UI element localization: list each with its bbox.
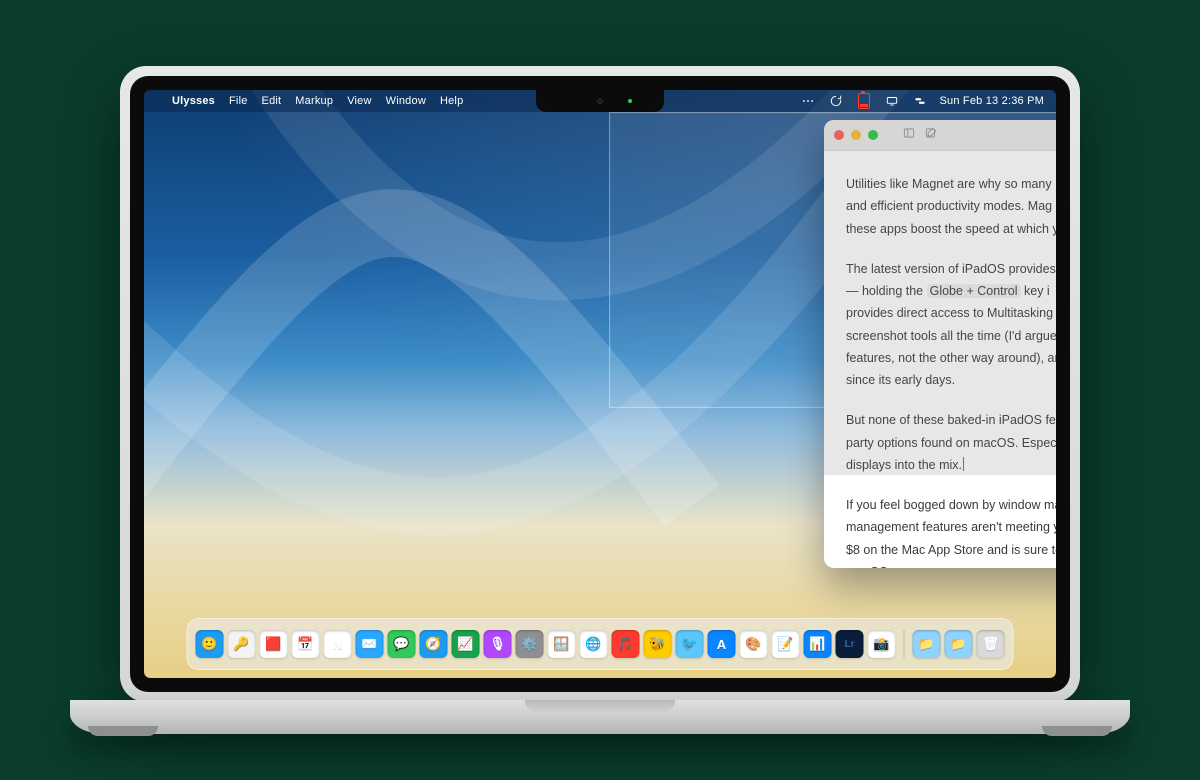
menu-extra-display-icon[interactable] xyxy=(884,93,900,109)
menu-extra-control-center-icon[interactable] xyxy=(912,93,928,109)
para4-line4: macOS. xyxy=(846,565,891,568)
para2-line1: The latest version of iPadOS provides xyxy=(846,262,1056,276)
para2-code: Globe + Control xyxy=(927,284,1021,298)
laptop-foot-left xyxy=(88,726,158,736)
compose-icon[interactable] xyxy=(924,126,938,145)
para2-line5: features, not the other way around), ar xyxy=(846,351,1056,365)
laptop-foot-right xyxy=(1042,726,1112,736)
document-editor[interactable]: Utilities like Magnet are why so many an… xyxy=(824,151,1056,568)
dock[interactable]: 🙂🔑🟥📅N✉️💬🧭📈🎙⚙️🪟🌐🎵🐝🐦A🎨📝📊Lr📸📁📁🗑 xyxy=(187,618,1014,670)
dock-app-finder[interactable]: 🙂 xyxy=(196,630,224,658)
camera-led-icon xyxy=(628,99,632,103)
para4-line3: $8 on the Mac App Store and is sure to xyxy=(846,543,1056,557)
display-notch xyxy=(536,90,664,112)
dock-app-lightroom[interactable]: Lr xyxy=(836,630,864,658)
menu-help[interactable]: Help xyxy=(440,95,463,107)
para2-line2b: key i xyxy=(1021,284,1050,298)
dock-app-appstore[interactable]: A xyxy=(708,630,736,658)
menu-extra-battery-icon[interactable] xyxy=(856,93,872,109)
dock-app-downloads[interactable]: 📁 xyxy=(913,630,941,658)
laptop-bezel: Ulysses File Edit Markup View Window Hel… xyxy=(130,76,1070,692)
dock-app-notion[interactable]: N xyxy=(324,630,352,658)
dock-app-1password[interactable]: 🔑 xyxy=(228,630,256,658)
dock-app-plex[interactable]: 🐝 xyxy=(644,630,672,658)
window-titlebar[interactable] xyxy=(824,120,1056,151)
window-zoom-button[interactable] xyxy=(868,130,878,140)
dock-app-podcasts[interactable]: 🎙 xyxy=(484,630,512,658)
window-close-button[interactable] xyxy=(834,130,844,140)
dock-app-cleanshot[interactable]: 📸 xyxy=(868,630,896,658)
dock-app-messages[interactable]: 💬 xyxy=(388,630,416,658)
para4-line1: If you feel bogged down by window ma xyxy=(846,498,1056,512)
laptop-screen: Ulysses File Edit Markup View Window Hel… xyxy=(144,90,1056,678)
window-minimize-button[interactable] xyxy=(851,130,861,140)
para2-line2a: — holding the xyxy=(846,284,927,298)
menubar-clock[interactable]: Sun Feb 13 2:36 PM xyxy=(940,95,1045,107)
para2-line3: provides direct access to Multitasking xyxy=(846,306,1053,320)
dock-separator xyxy=(904,630,905,658)
dock-app-safari[interactable]: 🧭 xyxy=(420,630,448,658)
dock-app-things[interactable]: 🟥 xyxy=(260,630,288,658)
menu-window[interactable]: Window xyxy=(386,95,426,107)
para4-line2: management features aren't meeting y xyxy=(846,520,1056,534)
laptop-deck xyxy=(70,700,1130,734)
ulysses-window[interactable]: Utilities like Magnet are why so many an… xyxy=(824,120,1056,568)
menu-markup[interactable]: Markup xyxy=(295,95,333,107)
dock-app-keynote[interactable]: 📊 xyxy=(804,630,832,658)
dock-app-fantastical[interactable]: 📅 xyxy=(292,630,320,658)
menubar-app-name[interactable]: Ulysses xyxy=(172,95,215,107)
dock-app-music[interactable]: 🎵 xyxy=(612,630,640,658)
para1-line2: and efficient productivity modes. Mag xyxy=(846,199,1052,213)
para3-line2: party options found on macOS. Especi xyxy=(846,436,1056,450)
para3-line1: But none of these baked-in iPadOS fea xyxy=(846,413,1056,427)
dock-app-stocks[interactable]: 📈 xyxy=(452,630,480,658)
menu-file[interactable]: File xyxy=(229,95,248,107)
sidebar-toggle-icon[interactable] xyxy=(902,126,916,145)
laptop-lid: Ulysses File Edit Markup View Window Hel… xyxy=(120,66,1080,702)
para2-line4: screenshot tools all the time (I'd argue xyxy=(846,329,1056,343)
dock-app-pixelmator[interactable]: 🎨 xyxy=(740,630,768,658)
menu-extra-sync-icon[interactable] xyxy=(828,93,844,109)
dock-app-settings[interactable]: ⚙️ xyxy=(516,630,544,658)
text-cursor xyxy=(963,457,964,471)
menu-edit[interactable]: Edit xyxy=(262,95,282,107)
dock-app-tweetbot[interactable]: 🐦 xyxy=(676,630,704,658)
para2-line6: since its early days. xyxy=(846,373,955,387)
dock-app-slack[interactable]: 🌐 xyxy=(580,630,608,658)
para1-line3: these apps boost the speed at which y xyxy=(846,222,1056,236)
dock-app-spark[interactable]: ✉️ xyxy=(356,630,384,658)
menu-view[interactable]: View xyxy=(347,95,371,107)
dock-app-ulysses[interactable]: 📝 xyxy=(772,630,800,658)
para3-line3: displays into the mix. xyxy=(846,458,962,472)
dock-app-trash[interactable]: 🗑 xyxy=(977,630,1005,658)
camera-icon xyxy=(597,98,603,104)
dock-app-windows[interactable]: 🪟 xyxy=(548,630,576,658)
para1-line1: Utilities like Magnet are why so many xyxy=(846,177,1052,191)
dock-app-documents[interactable]: 📁 xyxy=(945,630,973,658)
menu-extra-more-icon[interactable] xyxy=(800,93,816,109)
